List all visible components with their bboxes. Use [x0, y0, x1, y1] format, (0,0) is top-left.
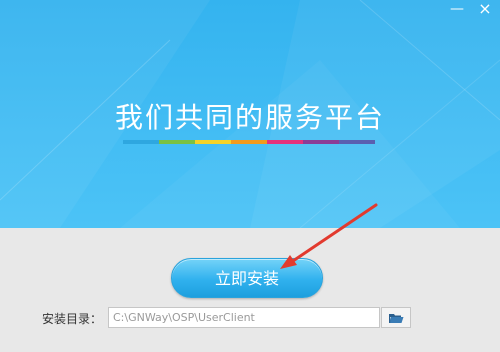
install-now-button[interactable]: 立即安装 [171, 258, 323, 298]
color-bar-segment [123, 140, 159, 144]
close-button[interactable]: × [474, 0, 496, 20]
slogan-color-bar [123, 140, 375, 144]
color-bar-segment [303, 140, 339, 144]
browse-folder-button[interactable] [381, 307, 411, 328]
color-bar-segment [339, 140, 375, 144]
color-bar-segment [195, 140, 231, 144]
color-bar-segment [159, 140, 195, 144]
install-directory-field[interactable]: C:\GNWay\OSP\UserClient [108, 307, 380, 328]
color-bar-segment [231, 140, 267, 144]
slogan-title: 我们共同的服务平台 [114, 101, 385, 134]
hero-banner: — × 我们共同的服务平台 [0, 0, 500, 228]
installer-window: — × 我们共同的服务平台 立即安装 安装目录： C:\GNWay\OSP\Us… [0, 0, 500, 352]
color-bar-segment [267, 140, 303, 144]
minimize-button[interactable]: — [446, 0, 468, 20]
install-directory-label: 安装目录： [42, 312, 103, 326]
folder-open-icon [389, 313, 404, 323]
